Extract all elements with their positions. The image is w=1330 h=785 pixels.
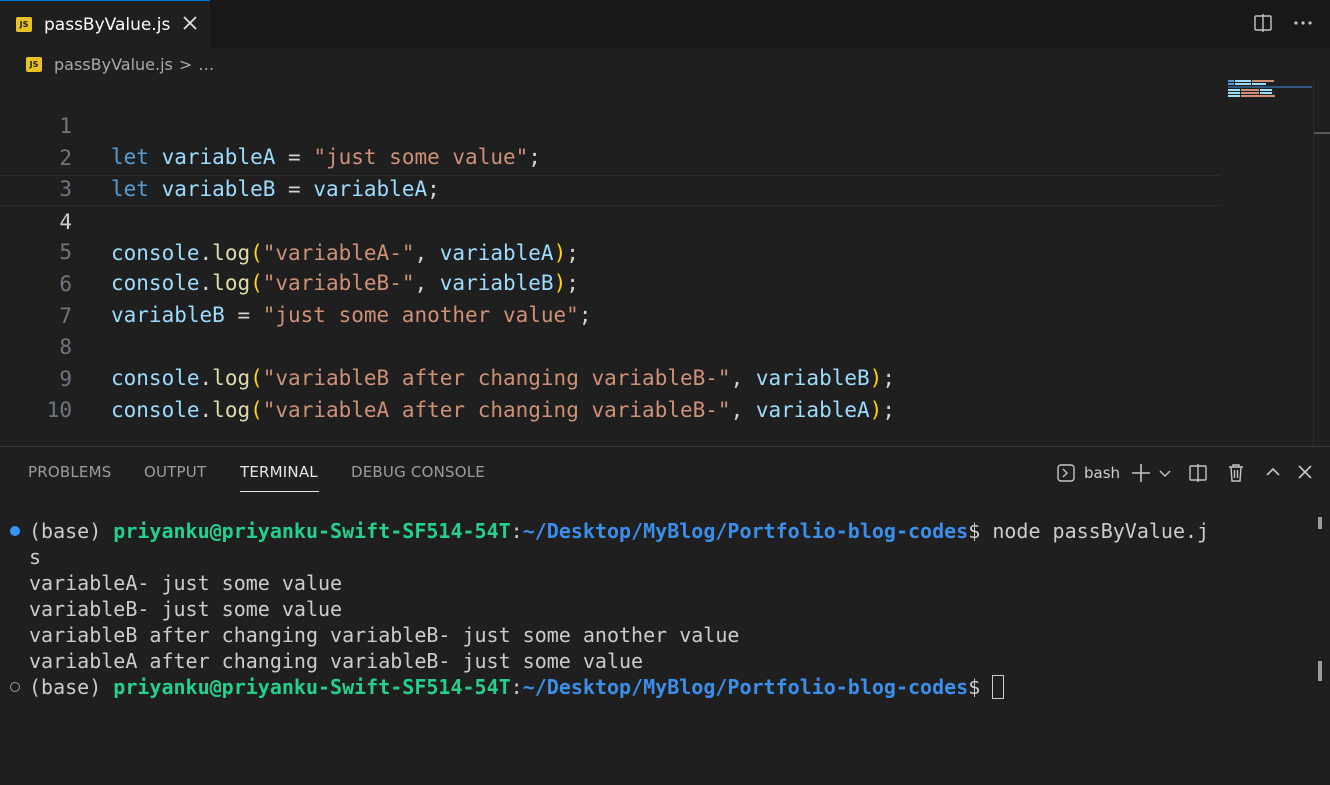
close-panel-icon[interactable]: [1295, 462, 1317, 484]
code-line-current[interactable]: 4 console.log("variableA-", variableA);: [0, 174, 1220, 265]
code-line[interactable]: 6 variableB = "just some another value";: [0, 238, 1220, 327]
close-icon[interactable]: [180, 13, 200, 33]
breadcrumb: JS passByValue.js > …: [0, 48, 1330, 80]
javascript-file-icon: JS: [16, 17, 32, 32]
line-number: 10: [46, 398, 72, 423]
terminal-output-line: variableB- just some value: [29, 597, 343, 621]
command-success-icon[interactable]: [10, 526, 20, 536]
more-actions-icon[interactable]: [1292, 12, 1314, 34]
javascript-file-icon: JS: [26, 56, 42, 72]
terminal-scroll-marker[interactable]: [1318, 517, 1322, 529]
terminal-shell-icon[interactable]: [1056, 463, 1078, 485]
breadcrumb-more[interactable]: …: [198, 55, 214, 74]
terminal-shell-label[interactable]: bash: [1084, 464, 1120, 482]
editor-actions: [1252, 12, 1314, 34]
bottom-panel: PROBLEMS OUTPUT TERMINAL DEBUG CONSOLE b…: [0, 446, 1330, 785]
tab-passbyvalue[interactable]: JS passByValue.js: [0, 0, 210, 48]
command-pending-icon[interactable]: [10, 682, 20, 692]
code-line[interactable]: 10: [0, 364, 1220, 422]
maximize-panel-icon[interactable]: [1263, 462, 1285, 484]
new-terminal-icon[interactable]: [1130, 462, 1152, 484]
trash-icon[interactable]: [1225, 462, 1247, 484]
code-editor[interactable]: 1 let variableA = "just some value"; 2 l…: [0, 80, 1330, 446]
editor-tab-bar: JS passByValue.js: [0, 0, 1330, 48]
code-text: console.log("variableA after changing va…: [111, 397, 895, 422]
code-line[interactable]: 1 let variableA = "just some value";: [0, 80, 1220, 169]
minimap[interactable]: [1228, 80, 1318, 100]
split-terminal-icon[interactable]: [1187, 462, 1209, 484]
terminal-command: node passByValue.j: [992, 519, 1210, 543]
code-line[interactable]: 5 console.log("variableB-", variableB);: [0, 206, 1220, 295]
panel-tabs: PROBLEMS OUTPUT TERMINAL DEBUG CONSOLE b…: [0, 447, 1330, 497]
code-line[interactable]: 3: [0, 143, 1220, 201]
breadcrumb-separator: >: [178, 54, 193, 74]
terminal-prompt-line[interactable]: (base) priyanku@priyanku-Swift-SF514-54T…: [29, 674, 1005, 700]
tab-debug-console[interactable]: DEBUG CONSOLE: [351, 463, 485, 481]
minimap-slider[interactable]: [1228, 86, 1312, 88]
editor-scroll-thumb[interactable]: [1314, 132, 1330, 134]
active-tab-indicator: [240, 491, 319, 492]
terminal-output-line: variableB after changing variableB- just…: [29, 623, 740, 647]
split-editor-icon[interactable]: [1252, 12, 1274, 34]
tab-problems[interactable]: PROBLEMS: [28, 463, 111, 481]
code-line[interactable]: 9 console.log("variableA after changing …: [0, 333, 1220, 422]
code-line[interactable]: 2 let variableB = variableA;: [0, 112, 1220, 201]
terminal-cursor[interactable]: [992, 675, 1005, 699]
code-line[interactable]: 8 console.log("variableB after changing …: [0, 301, 1220, 390]
terminal-output-line: variableA- just some value: [29, 571, 343, 595]
tab-terminal[interactable]: TERMINAL: [240, 463, 318, 481]
terminal-prompt-line[interactable]: (base) priyanku@priyanku-Swift-SF514-54T…: [29, 518, 1209, 544]
breadcrumb-file[interactable]: passByValue.js: [54, 55, 173, 74]
tab-label: passByValue.js: [44, 14, 171, 35]
terminal-command-wrap: s: [29, 545, 42, 569]
chevron-down-icon[interactable]: [1157, 465, 1179, 487]
terminal-output-line: variableA after changing variableB- just…: [29, 649, 644, 673]
tab-output[interactable]: OUTPUT: [144, 463, 206, 481]
editor-scrollbar[interactable]: [1313, 80, 1314, 446]
terminal-scroll-thumb[interactable]: [1318, 661, 1322, 681]
code-line[interactable]: 7: [0, 270, 1220, 328]
